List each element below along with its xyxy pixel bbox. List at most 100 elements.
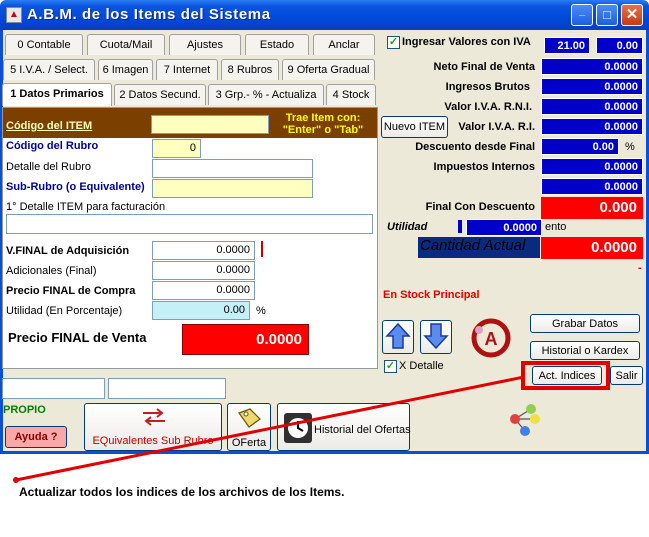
vfinal-adquisicion-input[interactable]: 0.0000 <box>152 241 255 260</box>
svg-text:A: A <box>485 329 498 349</box>
xdetalle-label: X Detalle <box>399 360 444 372</box>
detalle-rubro-field[interactable] <box>152 159 313 178</box>
tab-imagen[interactable]: 6 Imagen <box>98 59 153 80</box>
precio-compra-input[interactable]: 0.0000 <box>152 281 255 300</box>
utilidad-label: Utilidad (En Porcentaje) <box>6 305 123 317</box>
tab-iva-select[interactable]: 5 I.V.A. / Select. <box>3 59 95 80</box>
detalle-item-label: 1° Detalle ITEM para facturación <box>6 201 166 213</box>
annotation-text: Actualizar todos los indices de los arch… <box>19 485 345 499</box>
up-button[interactable] <box>382 320 414 354</box>
neto-final-value: 0.0000 <box>541 58 643 75</box>
trae-item-hint: Trae Item con: "Enter" o "Tab" <box>282 112 364 136</box>
tab-stock[interactable]: 4 Stock <box>326 84 376 105</box>
historial-kardex-button[interactable]: Historial o Kardex <box>530 341 640 360</box>
tab-ajustes[interactable]: Ajustes <box>169 34 241 55</box>
ayuda-button[interactable]: Ayuda ? <box>5 426 67 448</box>
ingresos-brutos-value: 0.0000 <box>541 78 643 95</box>
propio-label: PROPIO <box>3 404 46 416</box>
status-field-1 <box>2 378 105 399</box>
ingresar-iva-checkbox[interactable]: ✓ <box>387 36 400 49</box>
oferta-button[interactable]: OFerta <box>227 403 271 451</box>
subrubro-input[interactable] <box>152 179 313 198</box>
clock-icon <box>284 413 312 443</box>
historial-ofertas-label: Historial del Ofertas <box>314 424 411 436</box>
red-dash: - <box>638 262 642 274</box>
minimize-button[interactable]: _ <box>571 4 593 26</box>
iva-rni-value: 0.0000 <box>541 98 643 115</box>
codigo-rubro-input[interactable]: 0 <box>152 139 201 158</box>
nuevo-item-button[interactable]: Nuevo ITEM <box>381 116 448 138</box>
cantidad-value: 0.0000 <box>541 237 643 259</box>
price-tag-icon <box>237 408 261 428</box>
utilidad-suffix: ento <box>545 221 567 233</box>
close-icon: ✕ <box>625 6 639 23</box>
extra-value: 0.0000 <box>541 178 643 195</box>
down-button[interactable] <box>420 320 452 354</box>
status-field-2 <box>108 378 226 399</box>
tab-cuota-mail[interactable]: Cuota/Mail <box>87 34 165 55</box>
historial-ofertas-button[interactable]: Historial del Ofertas <box>277 403 411 451</box>
tab-grp-actualiza[interactable]: 3 Grp.- % - Actualiza <box>208 84 324 105</box>
app-icon: ▲ <box>6 7 22 23</box>
codigo-rubro-label: Código del Rubro <box>6 140 99 152</box>
final-descuento-label: Final Con Descuento <box>425 201 535 213</box>
utilidad-right-label: Utilidad <box>387 221 428 233</box>
detalle-item-input[interactable] <box>6 214 373 234</box>
utilidad-percent: % <box>256 305 266 317</box>
minimize-icon: _ <box>578 5 586 17</box>
grabar-datos-button[interactable]: Grabar Datos <box>530 314 640 333</box>
utilidad-right-value: 0.0000 <box>466 219 542 236</box>
close-button[interactable]: ✕ <box>621 4 643 26</box>
tab-oferta-gradual[interactable]: 9 Oferta Gradual <box>282 59 375 80</box>
utilidad-input[interactable]: 0.00 <box>152 301 250 320</box>
window-title: A.B.M. de los Items del Sistema <box>27 6 271 23</box>
iva-rni-label: Valor I.V.A. R.N.I. <box>444 101 532 113</box>
xdetalle-checkbox[interactable]: ✓ <box>384 360 397 373</box>
vfinal-adquisicion-label: V.FINAL de Adquisición <box>6 245 130 257</box>
tab-contable[interactable]: 0 Contable <box>5 34 83 55</box>
impuestos-label: Impuestos Internos <box>433 161 535 173</box>
utilidad-marker <box>458 220 462 233</box>
equivalents-icon <box>143 408 165 426</box>
precio-venta-value: 0.0000 <box>182 324 309 355</box>
arrow-down-icon <box>423 323 449 350</box>
tab-datos-secund[interactable]: 2 Datos Secund. <box>114 84 206 105</box>
iva-other-field[interactable]: 0.00 <box>596 37 643 54</box>
codigo-item-input[interactable] <box>151 115 269 134</box>
subrubro-label: Sub-Rubro (o Equivalente) <box>6 181 145 193</box>
marker-bar <box>261 241 263 257</box>
codigo-item-label: Código del ITEM <box>6 120 93 132</box>
act-indices-button[interactable]: Act. Indices <box>532 366 602 385</box>
oferta-label: OFerta <box>231 437 267 449</box>
equivalentes-button[interactable]: EQuivalentes Sub Rubro <box>84 403 222 451</box>
ingresar-iva-label: Ingresar Valores con IVA <box>402 36 531 48</box>
maximize-button[interactable]: □ <box>596 4 618 26</box>
tab-estado[interactable]: Estado <box>245 34 309 55</box>
tab-rubros[interactable]: 8 Rubros <box>221 59 279 80</box>
neto-final-label: Neto Final de Venta <box>433 61 535 73</box>
cantidad-label: Cantidad Actual <box>420 237 526 254</box>
equivalentes-label: EQuivalentes Sub Rubro <box>92 435 214 447</box>
descuento-label: Descuento desde Final <box>415 141 535 153</box>
descuento-percent: % <box>625 141 635 153</box>
adicionales-label: Adicionales (Final) <box>6 265 97 277</box>
iva-ri-label: Valor I.V.A. R.I. <box>458 121 535 133</box>
brand-logo: A <box>465 318 517 358</box>
iva-ri-value: 0.0000 <box>541 118 643 135</box>
iva-rate-field[interactable]: 21.00 <box>544 37 590 54</box>
impuestos-value[interactable]: 0.0000 <box>541 158 643 175</box>
arrow-up-icon <box>385 322 411 349</box>
adicionales-input[interactable]: 0.0000 <box>152 261 255 280</box>
detalle-rubro-label: Detalle del Rubro <box>6 161 91 173</box>
network-icon[interactable] <box>505 401 543 437</box>
final-descuento-value: 0.000 <box>541 197 643 219</box>
ingresos-brutos-label: Ingresos Brutos <box>445 81 530 93</box>
tab-datos-primarios[interactable]: 1 Datos Primarios <box>2 83 112 106</box>
tab-anclar[interactable]: Anclar <box>313 34 375 55</box>
precio-compra-label: Precio FINAL de Compra <box>6 285 136 297</box>
tab-internet[interactable]: 7 Internet <box>156 59 218 80</box>
descuento-value[interactable]: 0.00 <box>541 138 619 155</box>
maximize-icon: □ <box>603 7 611 22</box>
precio-venta-label: Precio FINAL de Venta <box>8 330 147 345</box>
salir-button[interactable]: Salir <box>610 366 643 385</box>
